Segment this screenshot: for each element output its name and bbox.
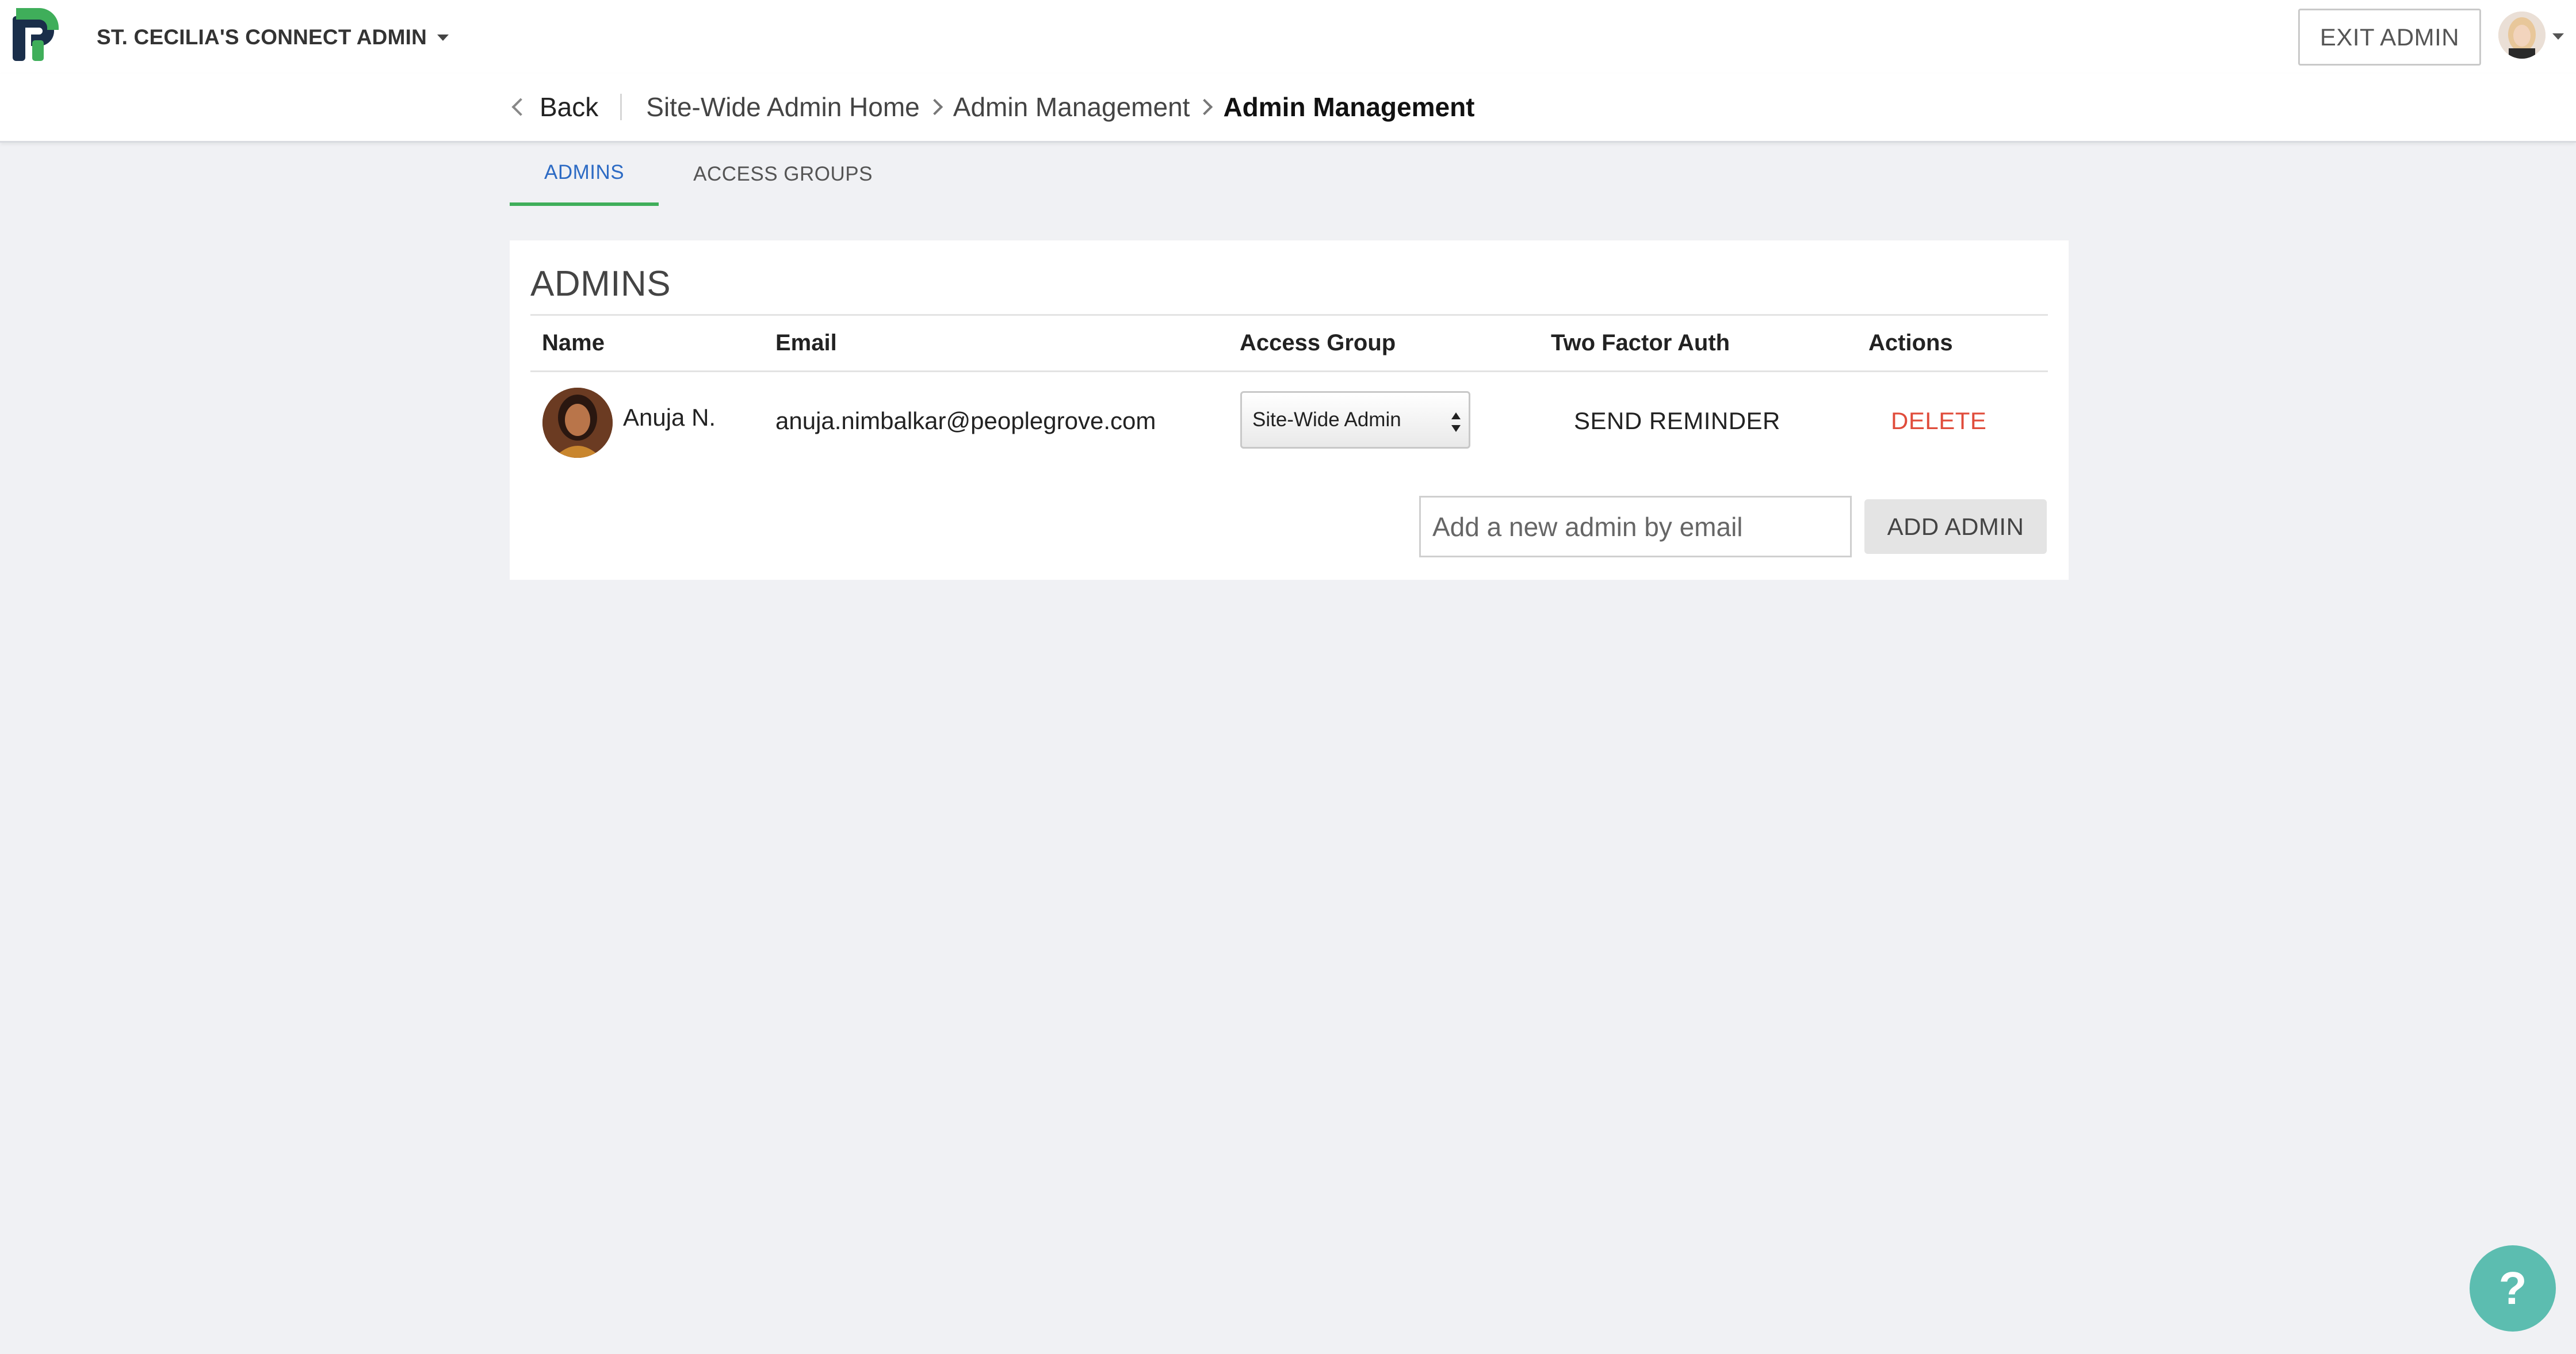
breadcrumb: Back Site-Wide Admin Home Admin Manageme… (510, 90, 1474, 124)
chevron-left-icon (511, 98, 530, 116)
breadcrumb-bar: Back Site-Wide Admin Home Admin Manageme… (0, 74, 2576, 143)
site-switcher[interactable]: ST. CECILIA'S CONNECT ADMIN (97, 25, 449, 49)
column-header-actions: Actions (1868, 330, 1953, 355)
divider (530, 370, 2048, 372)
delete-admin-button[interactable]: DELETE (1891, 407, 1986, 435)
select-arrows-icon (1451, 412, 1461, 432)
avatar (542, 388, 613, 458)
breadcrumb-link-admin-management[interactable]: Admin Management (953, 91, 1190, 123)
admin-name: Anuja N. (623, 404, 716, 431)
breadcrumb-divider (620, 94, 622, 120)
tab-bar: ADMINS ACCESS GROUPS (510, 143, 907, 206)
breadcrumb-link-admin-home[interactable]: Site-Wide Admin Home (646, 91, 920, 123)
help-button[interactable]: ? (2470, 1245, 2556, 1332)
site-name-label: ST. CECILIA'S CONNECT ADMIN (97, 25, 427, 49)
add-admin-button[interactable]: ADD ADMIN (1864, 499, 2047, 554)
admin-email: anuja.nimbalkar@peoplegrove.com (775, 407, 1156, 434)
back-button[interactable]: Back (510, 91, 598, 123)
access-group-select[interactable]: Site-Wide Admin (1240, 391, 1470, 449)
add-admin-email-input[interactable] (1419, 496, 1852, 557)
column-header-two-factor-auth: Two Factor Auth (1551, 330, 1730, 355)
column-header-name: Name (542, 330, 605, 355)
back-label: Back (540, 92, 599, 122)
tab-access-groups[interactable]: ACCESS GROUPS (659, 143, 907, 206)
caret-down-icon (437, 34, 449, 41)
question-mark-icon: ? (2498, 1263, 2527, 1314)
column-header-access-group: Access Group (1240, 330, 1396, 355)
admins-card: ADMINS Name Email Access Group Two Facto… (510, 240, 2069, 580)
send-reminder-button[interactable]: SEND REMINDER (1574, 407, 1780, 435)
chevron-right-icon (1197, 98, 1213, 116)
exit-admin-button[interactable]: EXIT ADMIN (2298, 9, 2481, 66)
column-header-email: Email (775, 330, 837, 355)
tab-admins[interactable]: ADMINS (510, 143, 659, 206)
breadcrumb-current: Admin Management (1223, 92, 1475, 122)
divider (530, 314, 2048, 316)
user-avatar[interactable] (2498, 12, 2546, 59)
access-group-value: Site-Wide Admin (1252, 408, 1401, 431)
user-menu-caret-icon[interactable] (2552, 33, 2564, 40)
admins-title: ADMINS (530, 264, 671, 304)
peoplegrove-logo-icon[interactable] (13, 8, 61, 61)
top-header: ST. CECILIA'S CONNECT ADMIN EXIT ADMIN (0, 0, 2576, 74)
chevron-right-icon (926, 98, 943, 116)
